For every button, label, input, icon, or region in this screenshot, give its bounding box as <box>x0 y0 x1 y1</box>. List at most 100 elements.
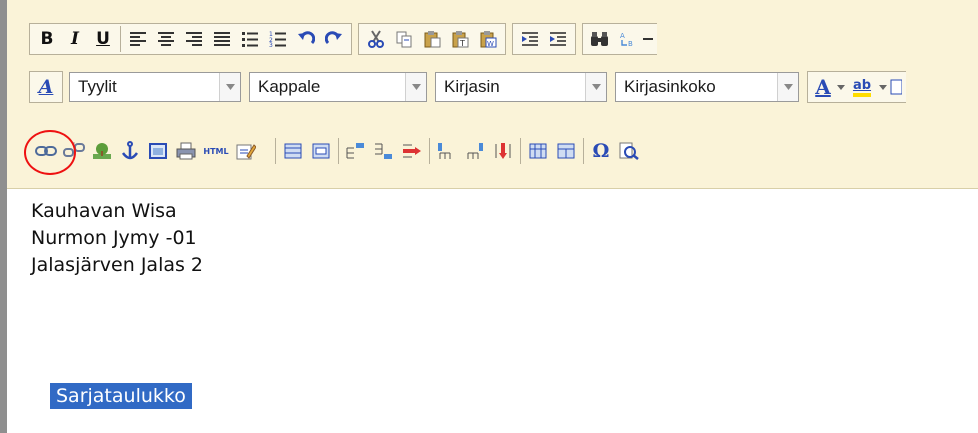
merge-cells-icon <box>557 143 575 159</box>
paste-button[interactable] <box>419 26 445 52</box>
delete-row-button[interactable] <box>399 138 425 164</box>
insert-row-after-button[interactable] <box>371 138 397 164</box>
bold-button[interactable]: B <box>34 26 60 52</box>
font-size-value: Kirjasinkoko <box>624 77 716 96</box>
paragraph-format-value: Kappale <box>258 77 321 96</box>
copy-icon <box>396 31 412 48</box>
text-color-icon: A <box>815 75 831 99</box>
edit-button[interactable] <box>233 138 259 164</box>
styles-button[interactable]: A <box>33 74 59 100</box>
outdent-button[interactable] <box>517 26 543 52</box>
align-right-icon <box>186 32 202 46</box>
insert-row-before-icon <box>346 143 364 159</box>
editor-left-border <box>0 0 7 433</box>
paste-word-button[interactable]: W <box>475 26 501 52</box>
more-button[interactable] <box>643 26 653 52</box>
undo-icon <box>298 31 315 45</box>
chevron-down-icon <box>585 73 606 101</box>
insert-row-after-icon <box>375 143 392 159</box>
styles-icon: A <box>38 76 54 98</box>
format-group: B I U 123 <box>29 23 352 55</box>
embed-button[interactable] <box>145 138 171 164</box>
highlight-circle-annotation <box>24 130 76 175</box>
replace-button[interactable]: AB <box>615 26 641 52</box>
paste-text-button[interactable]: T <box>447 26 473 52</box>
insert-col-after-button[interactable] <box>462 138 488 164</box>
editor-line: Kauhavan Wisa <box>31 200 177 222</box>
font-family-value: Kirjasin <box>444 77 500 96</box>
underline-button[interactable]: U <box>90 26 116 52</box>
toolbar-row-1: B I U 123 T W AB <box>29 22 657 56</box>
split-cell-button[interactable] <box>525 138 551 164</box>
print-icon <box>176 142 196 160</box>
find-button[interactable] <box>587 26 613 52</box>
redo-button[interactable] <box>321 26 347 52</box>
paragraph-format-dropdown[interactable]: Kappale <box>249 72 427 102</box>
separator <box>120 26 121 52</box>
insert-row-before-button[interactable] <box>343 138 369 164</box>
special-char-button[interactable]: Ω <box>588 138 614 164</box>
chevron-down-icon <box>405 73 426 101</box>
numbered-list-button[interactable]: 123 <box>265 26 291 52</box>
chevron-down-icon <box>777 73 798 101</box>
delete-col-icon <box>495 143 511 159</box>
svg-text:A: A <box>620 32 625 40</box>
italic-icon: I <box>71 29 79 49</box>
separator <box>583 138 584 164</box>
table-props-button[interactable] <box>308 138 334 164</box>
italic-button[interactable]: I <box>62 26 88 52</box>
clipboard-group: T W <box>358 23 506 55</box>
html-source-button[interactable]: HTML <box>201 138 231 164</box>
merge-cells-button[interactable] <box>553 138 579 164</box>
cut-button[interactable] <box>363 26 389 52</box>
style-dropdown[interactable]: Tyylit <box>69 72 241 102</box>
image-icon <box>93 143 111 159</box>
styles-group: A <box>29 71 63 103</box>
preview-button[interactable] <box>616 138 642 164</box>
selected-text[interactable]: Sarjataulukko <box>50 383 192 409</box>
chevron-down-icon <box>219 73 240 101</box>
highlight-menu-button[interactable] <box>878 74 888 100</box>
paste-icon <box>424 31 441 48</box>
svg-text:T: T <box>459 39 465 48</box>
preview-icon <box>619 142 639 160</box>
text-color-menu-button[interactable] <box>836 74 846 100</box>
align-left-button[interactable] <box>125 26 151 52</box>
highlight-button[interactable]: ab <box>848 74 876 100</box>
copy-button[interactable] <box>391 26 417 52</box>
embed-icon <box>149 143 167 159</box>
anchor-button[interactable] <box>117 138 143 164</box>
align-center-icon <box>158 32 174 46</box>
table-props-icon <box>312 143 330 159</box>
align-justify-button[interactable] <box>209 26 235 52</box>
indent-button[interactable] <box>545 26 571 52</box>
align-right-button[interactable] <box>181 26 207 52</box>
paste-special-button[interactable] <box>890 74 902 100</box>
html-icon: HTML <box>203 146 229 156</box>
indent-icon <box>550 32 566 46</box>
svg-text:B: B <box>628 40 633 48</box>
table-button[interactable] <box>280 138 306 164</box>
align-left-icon <box>130 32 146 46</box>
insert-col-before-button[interactable] <box>434 138 460 164</box>
font-size-dropdown[interactable]: Kirjasinkoko <box>615 72 799 102</box>
indent-group <box>512 23 576 55</box>
svg-text:W: W <box>487 40 494 48</box>
delete-col-button[interactable] <box>490 138 516 164</box>
editor-toolbar: B I U 123 T W AB A Tyylit Kappale Kirjas… <box>7 0 978 189</box>
undo-button[interactable] <box>293 26 319 52</box>
bullet-list-button[interactable] <box>237 26 263 52</box>
text-color-button[interactable]: A <box>812 74 834 100</box>
print-button[interactable] <box>173 138 199 164</box>
editor-line: Jalasjärven Jalas 2 <box>31 254 204 276</box>
cut-icon <box>368 30 384 48</box>
align-justify-icon <box>214 32 230 46</box>
align-center-button[interactable] <box>153 26 179 52</box>
font-family-dropdown[interactable]: Kirjasin <box>435 72 607 102</box>
color-group: A ab <box>807 71 906 103</box>
separator <box>275 138 276 164</box>
image-button[interactable] <box>89 138 115 164</box>
underline-icon: U <box>96 29 110 49</box>
paste-word-icon: W <box>480 31 497 48</box>
delete-row-icon <box>403 144 421 158</box>
